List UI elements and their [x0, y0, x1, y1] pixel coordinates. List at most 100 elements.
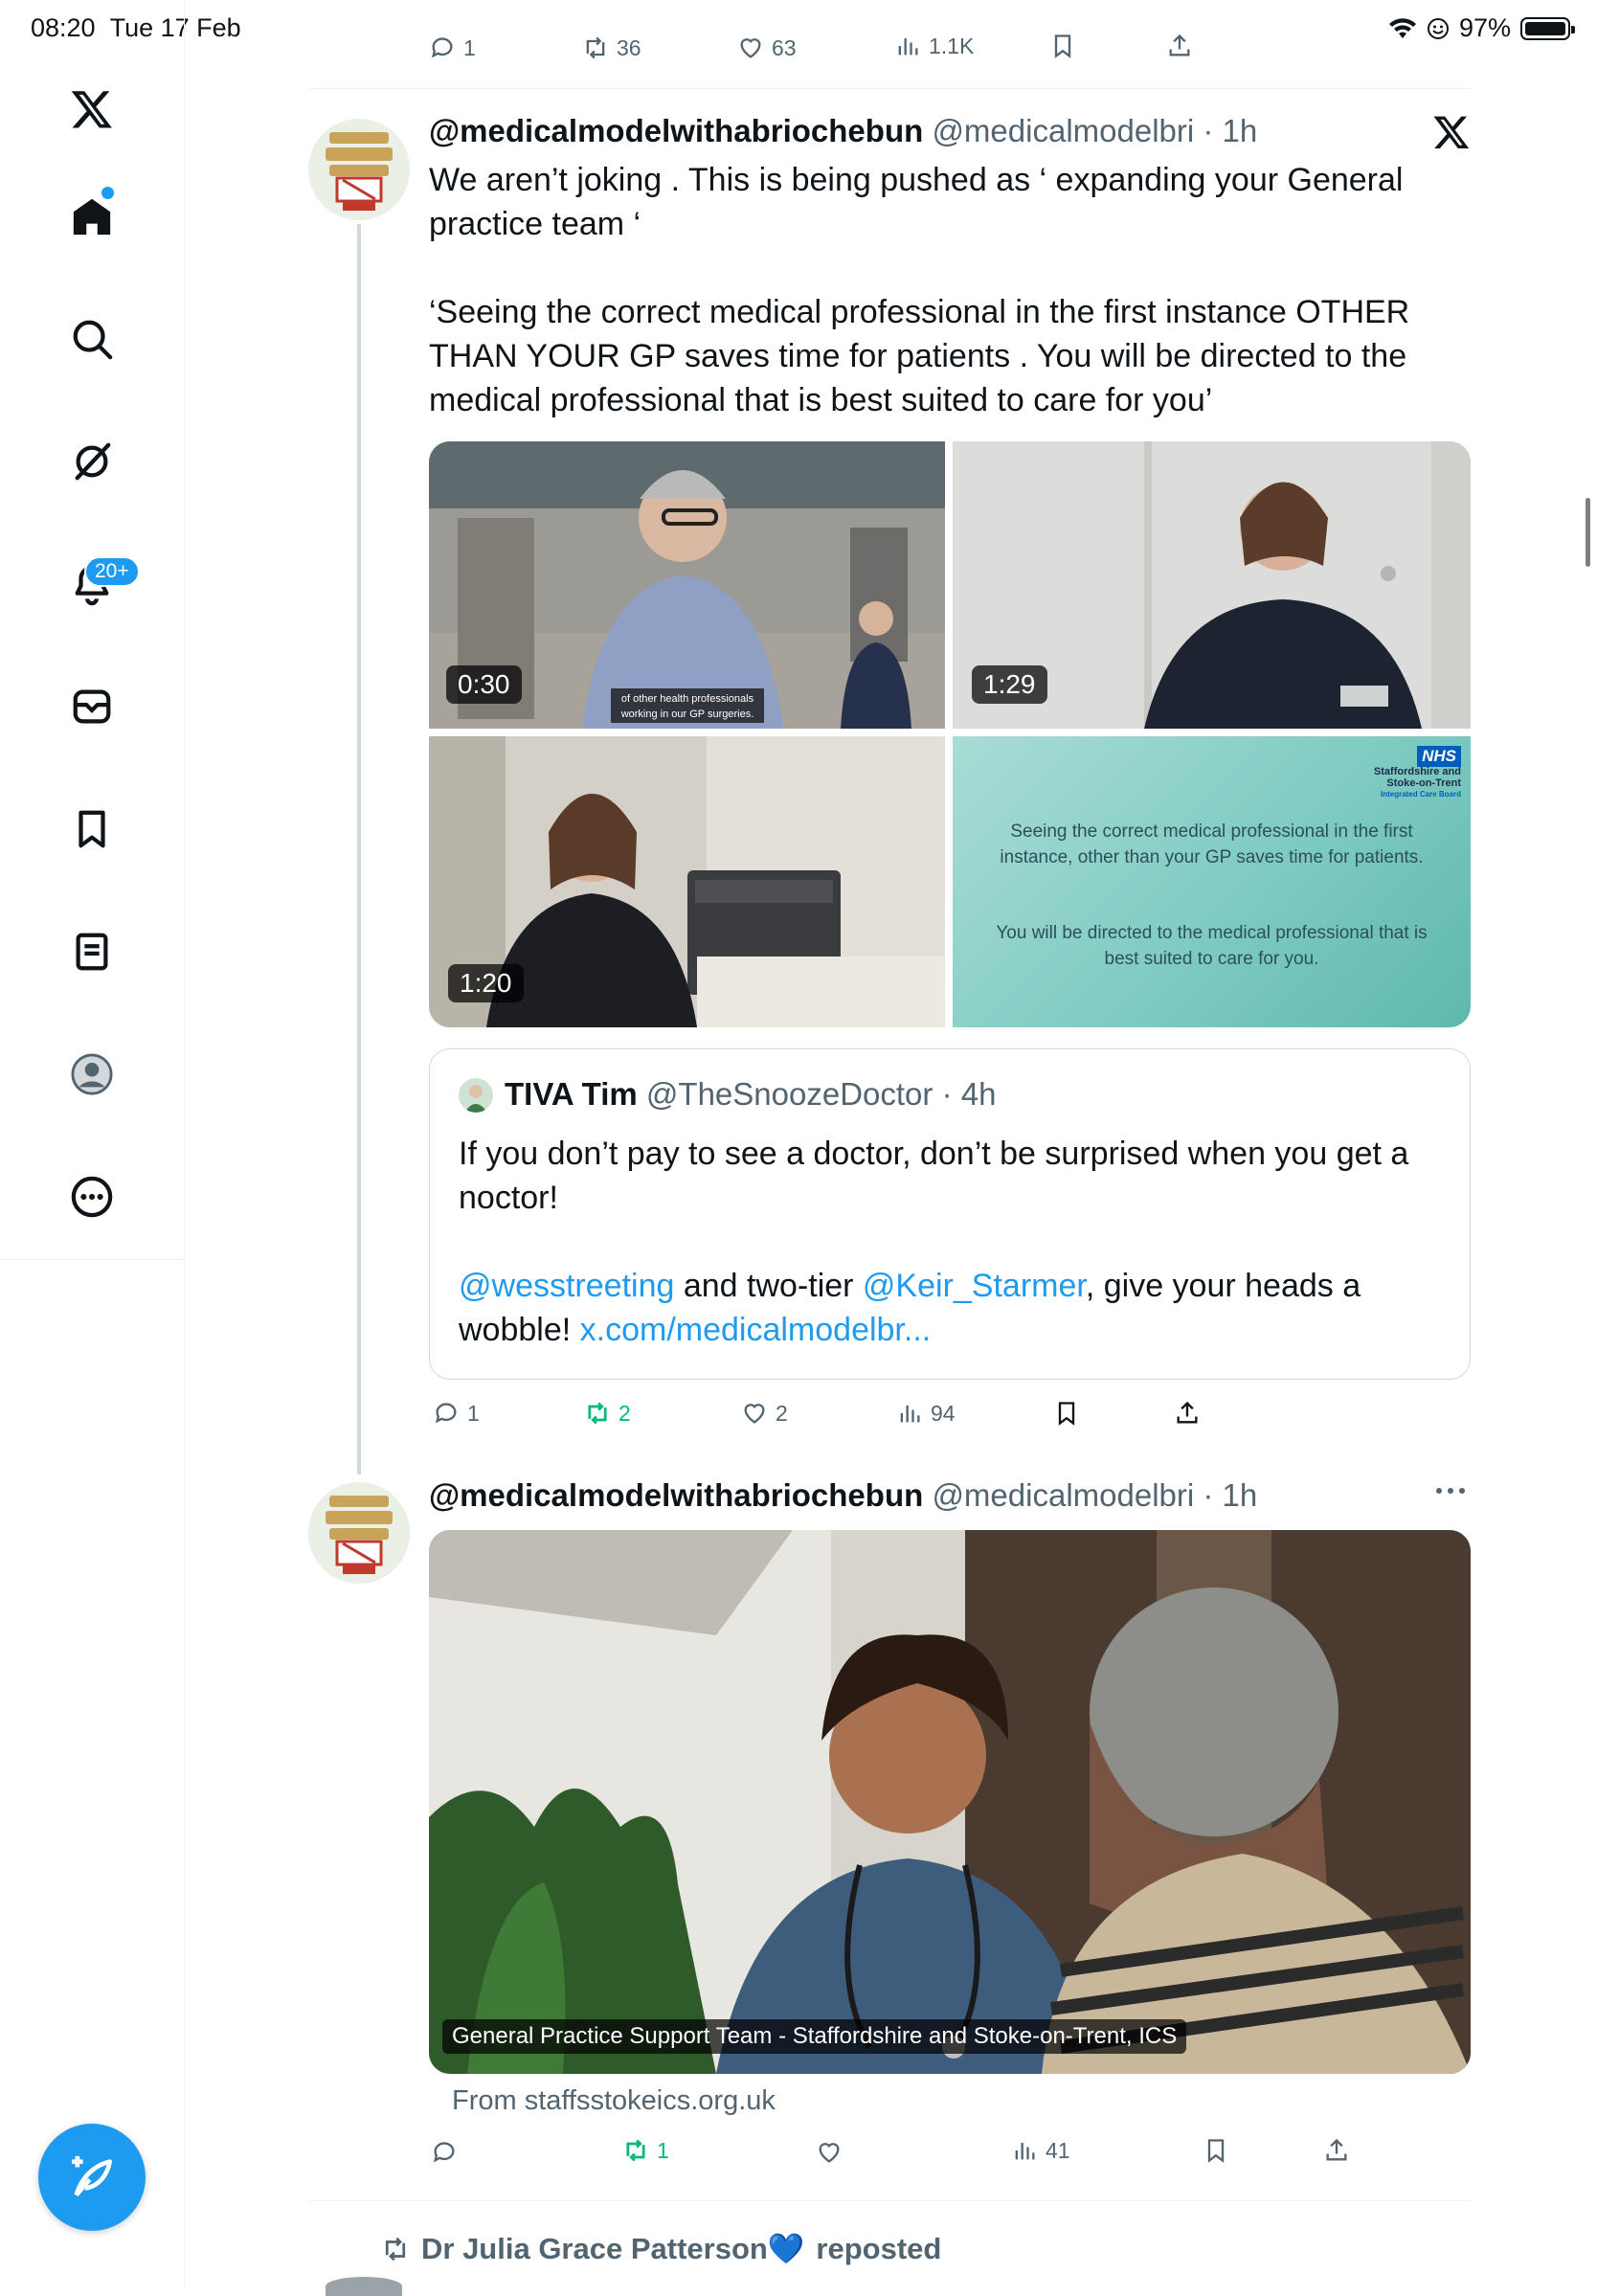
reply-button[interactable] — [431, 2139, 458, 2166]
share-icon — [1169, 34, 1190, 56]
compose-button[interactable] — [38, 2124, 146, 2231]
reply-count: 1 — [467, 1400, 480, 1426]
video-duration: 1:20 — [448, 964, 524, 1002]
link-card-source[interactable]: From staffsstokeics.org.uk — [452, 2085, 776, 2117]
view-count: 94 — [931, 1400, 956, 1426]
more-options-icon[interactable] — [1436, 1488, 1465, 1494]
like-button[interactable]: 2 — [741, 1400, 788, 1427]
bookmark-icon — [1058, 1402, 1075, 1426]
reply-count: 1 — [463, 34, 476, 60]
video-duration: 1:29 — [972, 665, 1047, 704]
search-icon[interactable] — [59, 306, 124, 371]
scroll-indicator[interactable] — [1586, 498, 1590, 567]
quote-paragraph-1: If you don’t pay to see a doctor, don’t … — [459, 1136, 1409, 1216]
view-count: 1.1K — [929, 33, 975, 58]
share-button[interactable] — [1174, 1400, 1201, 1427]
repost-label: reposted — [816, 2231, 942, 2265]
like-count: 2 — [776, 1400, 788, 1426]
video-subtitle-2: working in our GP surgeries. — [620, 709, 754, 720]
views-icon — [1015, 2142, 1035, 2160]
profile-icon[interactable] — [59, 1042, 124, 1107]
reply-icon — [435, 1403, 457, 1424]
reply-icon — [433, 2142, 455, 2163]
video-thumbnail-2[interactable]: 1:29 — [953, 441, 1471, 729]
author-name[interactable]: @medicalmodelwithabriochebun — [429, 1477, 923, 1513]
bookmark-button[interactable] — [1203, 2137, 1229, 2164]
quote-tweet[interactable]: TIVA Tim @TheSnoozeDoctor · 4h If you do… — [429, 1048, 1471, 1380]
video-thumbnail-1[interactable]: of other health professionals working in… — [429, 441, 945, 729]
battery-percent: 97% — [1458, 13, 1511, 42]
mention-link[interactable]: @Keir_Starmer — [863, 1268, 1086, 1304]
more-icon[interactable] — [59, 1164, 124, 1229]
mention-link[interactable]: @wesstreeting — [459, 1268, 674, 1304]
share-icon — [1177, 1401, 1198, 1424]
url-link[interactable]: x.com/medicalmodelbr... — [580, 1312, 932, 1348]
reposter-name[interactable]: Dr Julia Grace Patterson💙 — [421, 2231, 804, 2266]
bookmark-button[interactable] — [1049, 33, 1076, 59]
heart-icon — [740, 38, 761, 58]
views-button[interactable]: 1.1K — [894, 33, 974, 59]
video-thumbnail-3[interactable]: 1:20 — [429, 736, 945, 1027]
author-handle[interactable]: @medicalmodelbri — [932, 1477, 1194, 1513]
repost-icon — [626, 2139, 645, 2162]
author-handle[interactable]: @medicalmodelbri — [932, 113, 1194, 148]
home-icon[interactable] — [59, 184, 124, 249]
tweet-time[interactable]: · 1h — [1203, 113, 1257, 148]
share-icon — [1326, 2138, 1347, 2161]
tweet-header: @medicalmodelwithabriochebun @medicalmod… — [429, 1477, 1257, 1514]
quote-text: If you don’t pay to see a doctor, don’t … — [459, 1132, 1445, 1352]
views-button[interactable]: 94 — [896, 1400, 956, 1427]
tweet-header: @medicalmodelwithabriochebun @medicalmod… — [429, 113, 1257, 149]
slide-text-1: Seeing the correct medical professional … — [1000, 822, 1424, 867]
tweet-paragraph-2: ‘Seeing the correct medical professional… — [429, 294, 1410, 418]
grok-icon[interactable] — [59, 429, 124, 494]
info-slide[interactable]: NHS Staffordshire and Stoke-on-Trent Int… — [953, 736, 1471, 1027]
quote-avatar[interactable] — [459, 1078, 493, 1113]
lists-icon[interactable] — [59, 919, 124, 984]
views-button[interactable]: 41 — [1011, 2137, 1070, 2164]
status-indicators: 97% — [1388, 13, 1575, 43]
reply-button[interactable]: 1 — [429, 34, 476, 61]
quote-time: · 4h — [941, 1076, 997, 1112]
repost-button[interactable]: 2 — [584, 1400, 631, 1427]
bookmark-button[interactable] — [1053, 1400, 1080, 1427]
repost-count: 36 — [617, 34, 641, 60]
media-grid: of other health professionals working in… — [429, 441, 1471, 1027]
author-name[interactable]: @medicalmodelwithabriochebun — [429, 113, 923, 148]
repost-icon — [586, 36, 605, 59]
heart-icon — [744, 1404, 765, 1424]
like-button[interactable] — [816, 2139, 843, 2166]
share-button[interactable] — [1323, 2137, 1350, 2164]
bookmarks-icon[interactable] — [59, 797, 124, 862]
repost-count: 2 — [619, 1400, 631, 1426]
x-logo-icon[interactable] — [59, 77, 124, 142]
slide-text-2: You will be directed to the medical prof… — [996, 923, 1428, 969]
home-unread-dot — [101, 187, 114, 199]
video-subtitle-1: of other health professionals — [621, 693, 754, 705]
views-icon — [898, 37, 918, 56]
messages-icon[interactable] — [59, 674, 124, 739]
tweet-paragraph-1: We aren’t joking . This is being pushed … — [429, 162, 1404, 242]
repost-icon — [588, 1402, 607, 1425]
avatar[interactable] — [326, 2277, 402, 2296]
reply-button[interactable]: 1 — [433, 1400, 480, 1427]
repost-button[interactable]: 36 — [582, 34, 641, 61]
tweet-divider — [308, 88, 1471, 89]
share-button[interactable] — [1166, 33, 1193, 59]
repost-count: 1 — [657, 2137, 669, 2163]
tweet-time[interactable]: · 1h — [1203, 1477, 1257, 1513]
avatar[interactable] — [308, 119, 410, 220]
link-card-caption: General Practice Support Team - Stafford… — [442, 2019, 1187, 2054]
views-icon — [900, 1405, 920, 1423]
bookmark-icon — [1054, 34, 1071, 58]
nhs-org-name: Staffordshire and Stoke-on-Trent Integra… — [1373, 766, 1461, 799]
avatar[interactable] — [308, 1482, 410, 1584]
like-button[interactable]: 63 — [737, 34, 797, 61]
repost-button[interactable]: 1 — [622, 2137, 669, 2164]
tweet-divider — [308, 2200, 1471, 2201]
view-count: 41 — [1046, 2137, 1070, 2163]
bookmark-icon — [1207, 2139, 1225, 2163]
quote-author-handle: @TheSnoozeDoctor — [645, 1076, 933, 1112]
heart-icon — [819, 2143, 840, 2163]
link-card-image[interactable]: General Practice Support Team - Stafford… — [429, 1530, 1471, 2074]
